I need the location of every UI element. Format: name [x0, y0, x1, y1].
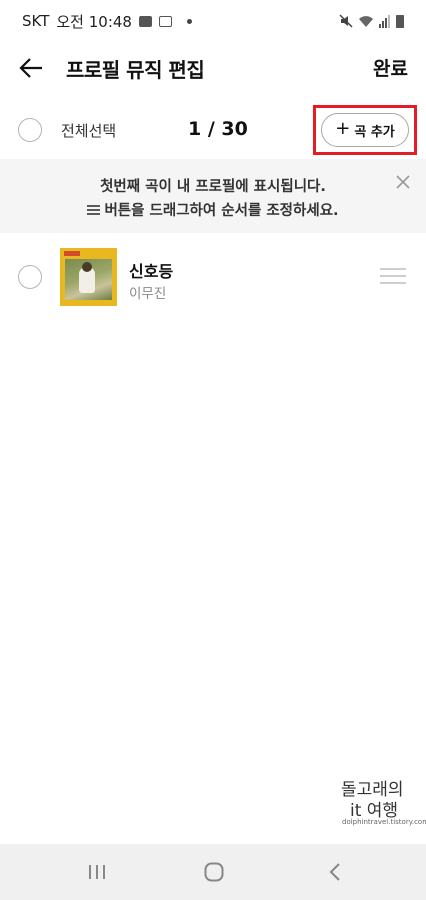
done-button[interactable]: 완료: [373, 54, 408, 81]
add-song-button[interactable]: + 곡 추가: [321, 113, 409, 147]
info-banner: 첫번째 곡이 내 프로필에 표시됩니다. 버튼을 드래그하여 순서를 조정하세요…: [0, 159, 426, 233]
banner-line-2-text: 버튼을 드래그하여 순서를 조정하세요.: [104, 203, 339, 219]
arrow-left-icon: [19, 58, 42, 78]
select-all-checkbox[interactable]: [18, 118, 42, 142]
wifi-icon: [359, 15, 373, 27]
notification-dot-icon: [186, 18, 192, 24]
album-logo: [64, 251, 80, 256]
system-nav-bar: [0, 844, 426, 900]
add-song-label: 곡 추가: [354, 124, 395, 140]
mute-icon: [339, 14, 353, 28]
banner-line-2: 버튼을 드래그하여 순서를 조정하세요.: [0, 199, 426, 220]
track-checkbox[interactable]: [18, 265, 42, 289]
plus-icon: +: [335, 118, 351, 139]
select-all-label[interactable]: 전체선택: [61, 120, 116, 141]
banner-line-1: 첫번째 곡이 내 프로필에 표시됩니다.: [100, 179, 326, 195]
back-chevron-icon[interactable]: [325, 862, 347, 882]
status-right: [339, 14, 404, 28]
album-figure-head: [82, 262, 92, 272]
recent-apps-icon[interactable]: [86, 862, 108, 882]
track-title: 신호등: [129, 262, 174, 281]
track-artist: 이무진: [129, 286, 167, 302]
status-left: SKT 오전 10:48: [22, 11, 192, 32]
back-button[interactable]: [16, 54, 46, 82]
status-bar: SKT 오전 10:48: [0, 0, 426, 42]
album-art: [60, 248, 117, 306]
signal-icon: [379, 14, 390, 28]
selection-toolbar: 전체선택 1 / 30 + 곡 추가: [0, 103, 426, 157]
track-row[interactable]: 신호등 이무진: [0, 240, 426, 314]
home-icon[interactable]: [203, 862, 225, 882]
message-icon: [138, 15, 152, 27]
close-icon[interactable]: [396, 175, 410, 189]
carrier-label: SKT: [22, 12, 50, 30]
battery-icon: [396, 14, 404, 28]
clock: 오전 10:48: [56, 12, 132, 31]
drag-handle-icon[interactable]: [380, 268, 406, 284]
drag-handle-icon: [87, 204, 101, 215]
page-title: 프로필 뮤직 편집: [66, 58, 205, 82]
watermark-url: dolphintravel.tistory.com: [342, 818, 426, 826]
chat-icon: [158, 15, 172, 27]
selected-count: 1 / 30: [188, 118, 248, 140]
app-header: 프로필 뮤직 편집 완료: [0, 42, 426, 94]
